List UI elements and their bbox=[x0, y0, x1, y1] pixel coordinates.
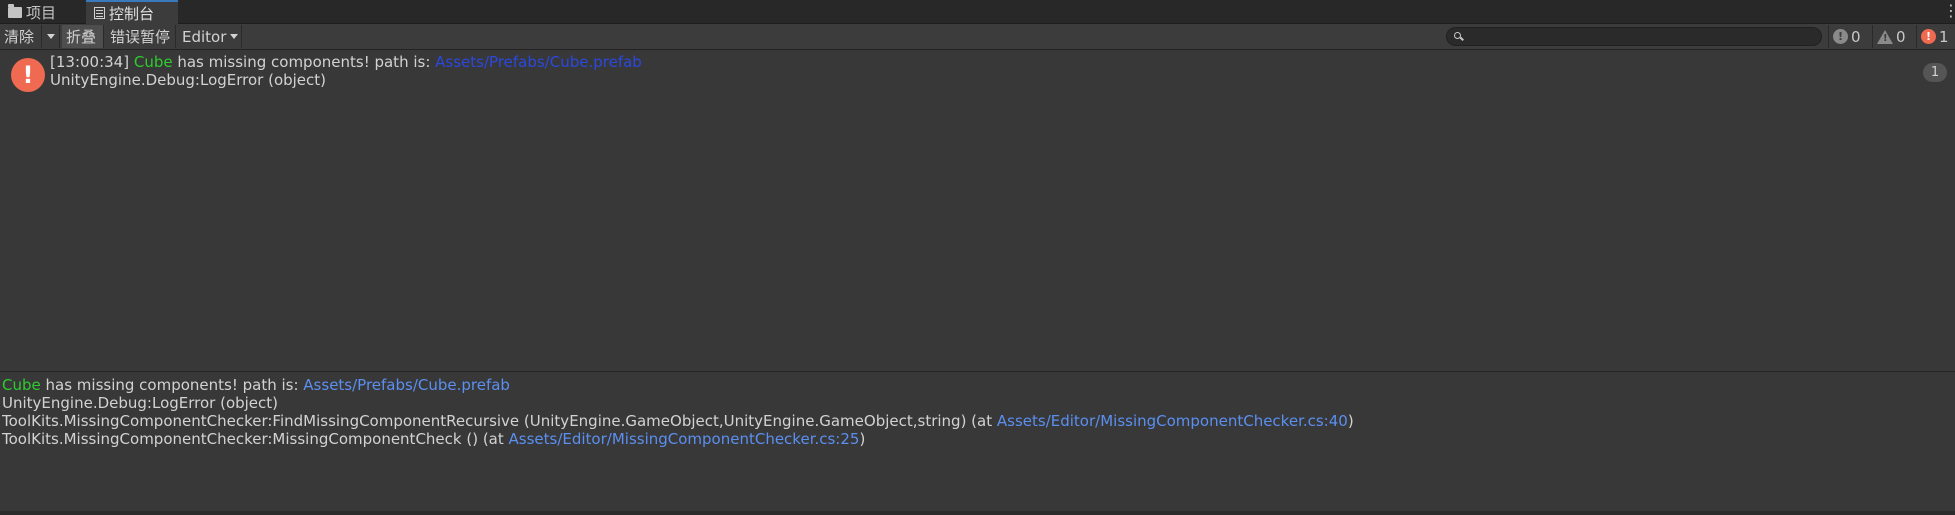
log-entry-line1: [13:00:34] Cube has missing components! … bbox=[50, 53, 642, 71]
error-icon: ! bbox=[11, 58, 45, 92]
detail-object-name: Cube bbox=[2, 376, 41, 394]
detail-line3-suffix: ) bbox=[1347, 412, 1354, 430]
log-entry-line2: UnityEngine.Debug:LogError (object) bbox=[50, 71, 327, 89]
error-count: 1 bbox=[1939, 27, 1949, 46]
detail-line3: ToolKits.MissingComponentChecker:FindMis… bbox=[2, 412, 1354, 430]
detail-line3-link[interactable]: Assets/Editor/MissingComponentChecker.cs… bbox=[997, 412, 1348, 430]
editor-target-label: Editor bbox=[182, 27, 227, 46]
info-icon: ! bbox=[1833, 29, 1848, 44]
folder-icon bbox=[8, 3, 22, 18]
warning-filter-toggle[interactable]: ! 0 bbox=[1872, 25, 1914, 48]
search-field[interactable] bbox=[1446, 27, 1822, 46]
search-icon bbox=[1454, 32, 1461, 39]
warning-icon: ! bbox=[1877, 29, 1893, 44]
log-entry[interactable]: ! [13:00:34] Cube has missing components… bbox=[0, 53, 1955, 92]
bottom-edge bbox=[0, 511, 1955, 515]
stack-trace-detail: Cube has missing components! path is: As… bbox=[2, 376, 1354, 448]
detail-line3-text: ToolKits.MissingComponentChecker:FindMis… bbox=[2, 412, 997, 430]
tab-project-label: 项目 bbox=[26, 3, 57, 22]
log-count-badge: 1 bbox=[1923, 63, 1947, 82]
console-toolbar: 清除 折叠 错误暂停 Editor ! 0 ! 0 ! 1 bbox=[0, 24, 1955, 50]
clear-button[interactable]: 清除 bbox=[0, 25, 42, 48]
detail-line4: ToolKits.MissingComponentChecker:Missing… bbox=[2, 430, 1354, 448]
info-filter-toggle[interactable]: ! 0 bbox=[1828, 25, 1870, 48]
log-entry-text: [13:00:34] Cube has missing components! … bbox=[50, 53, 642, 89]
detail-line4-suffix: ) bbox=[859, 430, 866, 448]
error-icon: ! bbox=[1921, 29, 1936, 44]
window-tab-bar: 项目 控制台 ⋮ bbox=[0, 0, 1955, 24]
editor-target-dropdown[interactable]: Editor bbox=[178, 25, 242, 48]
detail-line4-text: ToolKits.MissingComponentChecker:Missing… bbox=[2, 430, 509, 448]
collapse-toggle[interactable]: 折叠 bbox=[62, 25, 104, 48]
error-filter-toggle[interactable]: ! 1 bbox=[1916, 25, 1955, 48]
search-input[interactable] bbox=[1465, 28, 1815, 45]
console-icon bbox=[94, 7, 105, 19]
tab-project[interactable]: 项目 bbox=[0, 0, 78, 24]
chevron-down-icon bbox=[230, 34, 239, 39]
error-pause-toggle[interactable]: 错误暂停 bbox=[106, 25, 176, 48]
detail-line1: Cube has missing components! path is: As… bbox=[2, 376, 1354, 394]
log-message: has missing components! path is: bbox=[172, 53, 436, 71]
detail-path-link[interactable]: Assets/Prefabs/Cube.prefab bbox=[303, 376, 510, 394]
detail-line4-link[interactable]: Assets/Editor/MissingComponentChecker.cs… bbox=[509, 430, 860, 448]
info-count: 0 bbox=[1851, 27, 1861, 46]
log-path-link[interactable]: Assets/Prefabs/Cube.prefab bbox=[435, 53, 642, 71]
log-object-name: Cube bbox=[133, 53, 173, 71]
warning-count: 0 bbox=[1896, 27, 1906, 46]
log-list[interactable]: ! [13:00:34] Cube has missing components… bbox=[0, 51, 1955, 371]
detail-message: has missing components! path is: bbox=[40, 376, 304, 394]
more-options-icon[interactable]: ⋮ bbox=[1943, 2, 1955, 20]
panel-splitter[interactable] bbox=[0, 371, 1955, 372]
log-timestamp: [13:00:34] bbox=[50, 53, 130, 71]
clear-options-dropdown[interactable] bbox=[42, 25, 60, 48]
tab-console-label: 控制台 bbox=[109, 4, 155, 23]
chevron-down-icon bbox=[46, 34, 55, 39]
tab-console[interactable]: 控制台 bbox=[86, 0, 178, 24]
detail-line2: UnityEngine.Debug:LogError (object) bbox=[2, 394, 279, 412]
